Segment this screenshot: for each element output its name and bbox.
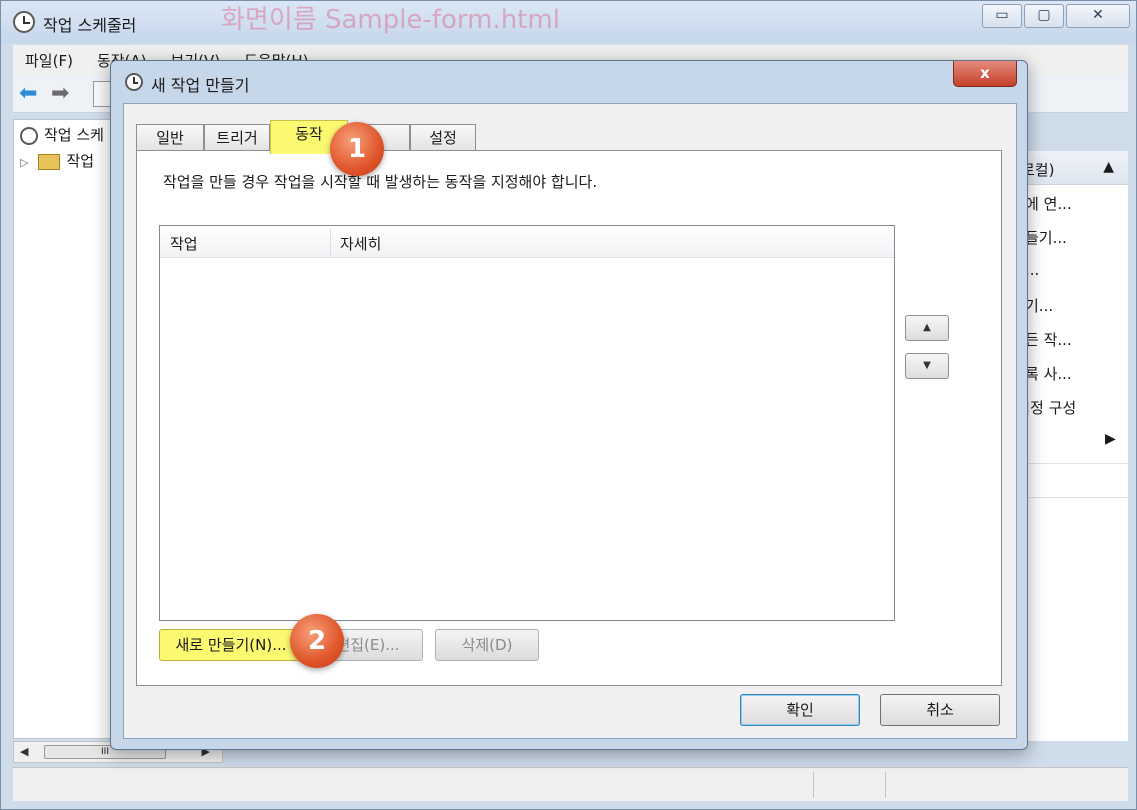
move-up-button[interactable]: ▲ xyxy=(905,315,949,341)
action-item[interactable]: |정 구성 xyxy=(1025,397,1076,418)
action-item[interactable]: 에 연... xyxy=(1025,193,1072,214)
tree-item-library[interactable]: ▷ 작업 xyxy=(20,150,94,171)
main-window-title: 작업 스케줄러 xyxy=(43,16,137,35)
actions-tab-panel: 작업을 만들 경우 작업을 시작할 때 발생하는 동작을 지정해야 합니다. 작… xyxy=(136,150,1002,686)
close-icon: ✕ xyxy=(1092,7,1104,23)
actions-header[interactable]: 로컬) ▲ xyxy=(1019,151,1128,185)
status-divider xyxy=(885,772,886,798)
tab-triggers[interactable]: 트리거 xyxy=(204,124,270,151)
column-separator[interactable] xyxy=(330,228,331,256)
divider xyxy=(1019,497,1128,498)
action-item[interactable]: 들기... xyxy=(1025,227,1067,248)
dialog-close-button[interactable]: x xyxy=(953,61,1017,87)
expand-triangle-icon[interactable]: ▷ xyxy=(20,156,28,169)
new-action-button[interactable]: 새로 만들기(N)... xyxy=(159,629,303,661)
move-down-button[interactable]: ▼ xyxy=(905,353,949,379)
create-task-dialog: 새 작업 만들기 x 일반 트리거 동작 조건 설정 작업을 만들 경우 작업을… xyxy=(110,60,1028,750)
maximize-button[interactable]: ▢ xyxy=(1024,4,1064,28)
collapse-triangle-icon[interactable]: ▲ xyxy=(1103,159,1114,175)
clock-icon xyxy=(20,126,38,145)
action-item[interactable]: 록 사... xyxy=(1025,363,1072,384)
tree-item-label: 작업 스케 xyxy=(44,126,104,144)
status-bar xyxy=(13,767,1128,801)
menu-file[interactable]: 파일(F) xyxy=(25,50,73,71)
watermark-text: 화면이름 Sample-form.html xyxy=(221,5,560,35)
arrow-up-icon: ▲ xyxy=(923,322,931,333)
column-header-action[interactable]: 작업 xyxy=(170,233,198,254)
ok-button[interactable]: 확인 xyxy=(740,694,860,726)
tree-item-label: 작업 xyxy=(66,152,95,170)
folder-icon xyxy=(38,153,61,170)
status-divider xyxy=(813,772,814,798)
actions-list[interactable]: 작업 자세히 xyxy=(159,225,895,621)
list-header: 작업 자세히 xyxy=(160,226,894,258)
close-icon: x xyxy=(980,64,990,82)
actions-pane: 로컬) ▲ 에 연... 들기... ... 기... 든 작... 록 사..… xyxy=(1019,151,1128,741)
clock-icon xyxy=(13,11,35,33)
dialog-title: 새 작업 만들기 xyxy=(151,76,250,95)
callout-marker-1: 1 xyxy=(330,122,384,176)
maximize-icon: ▢ xyxy=(1037,7,1051,23)
main-titlebar: 작업 스케줄러 화면이름 Sample-form.html ▭ ▢ ✕ xyxy=(1,1,1136,43)
dialog-body: 일반 트리거 동작 조건 설정 작업을 만들 경우 작업을 시작할 때 발생하는… xyxy=(123,103,1017,739)
window-controls: ▭ ▢ ✕ xyxy=(982,4,1130,28)
action-item[interactable]: 기... xyxy=(1025,295,1053,316)
callout-marker-2: 2 xyxy=(290,614,344,668)
scroll-left-icon[interactable]: ◀ xyxy=(20,745,28,758)
cancel-button[interactable]: 취소 xyxy=(880,694,1000,726)
tab-settings[interactable]: 설정 xyxy=(410,124,476,151)
tree-item-root[interactable]: 작업 스케 xyxy=(20,124,104,145)
clock-icon xyxy=(125,73,143,91)
action-item[interactable]: 든 작... xyxy=(1025,329,1072,350)
actions-description: 작업을 만들 경우 작업을 시작할 때 발생하는 동작을 지정해야 합니다. xyxy=(163,173,598,191)
tab-general[interactable]: 일반 xyxy=(136,124,204,151)
main-close-button[interactable]: ✕ xyxy=(1066,4,1130,28)
column-header-details[interactable]: 자세히 xyxy=(340,233,381,254)
minimize-icon: ▭ xyxy=(995,7,1009,23)
minimize-button[interactable]: ▭ xyxy=(982,4,1022,28)
submenu-arrow-icon[interactable]: ▶ xyxy=(1105,431,1116,447)
delete-action-button[interactable]: 삭제(D) xyxy=(435,629,539,661)
forward-arrow-icon[interactable]: ➡ xyxy=(51,83,77,105)
arrow-down-icon: ▼ xyxy=(923,360,931,371)
divider xyxy=(1019,463,1128,464)
dialog-titlebar[interactable]: 새 작업 만들기 x xyxy=(111,61,1027,101)
back-arrow-icon[interactable]: ⬅ xyxy=(19,83,45,105)
